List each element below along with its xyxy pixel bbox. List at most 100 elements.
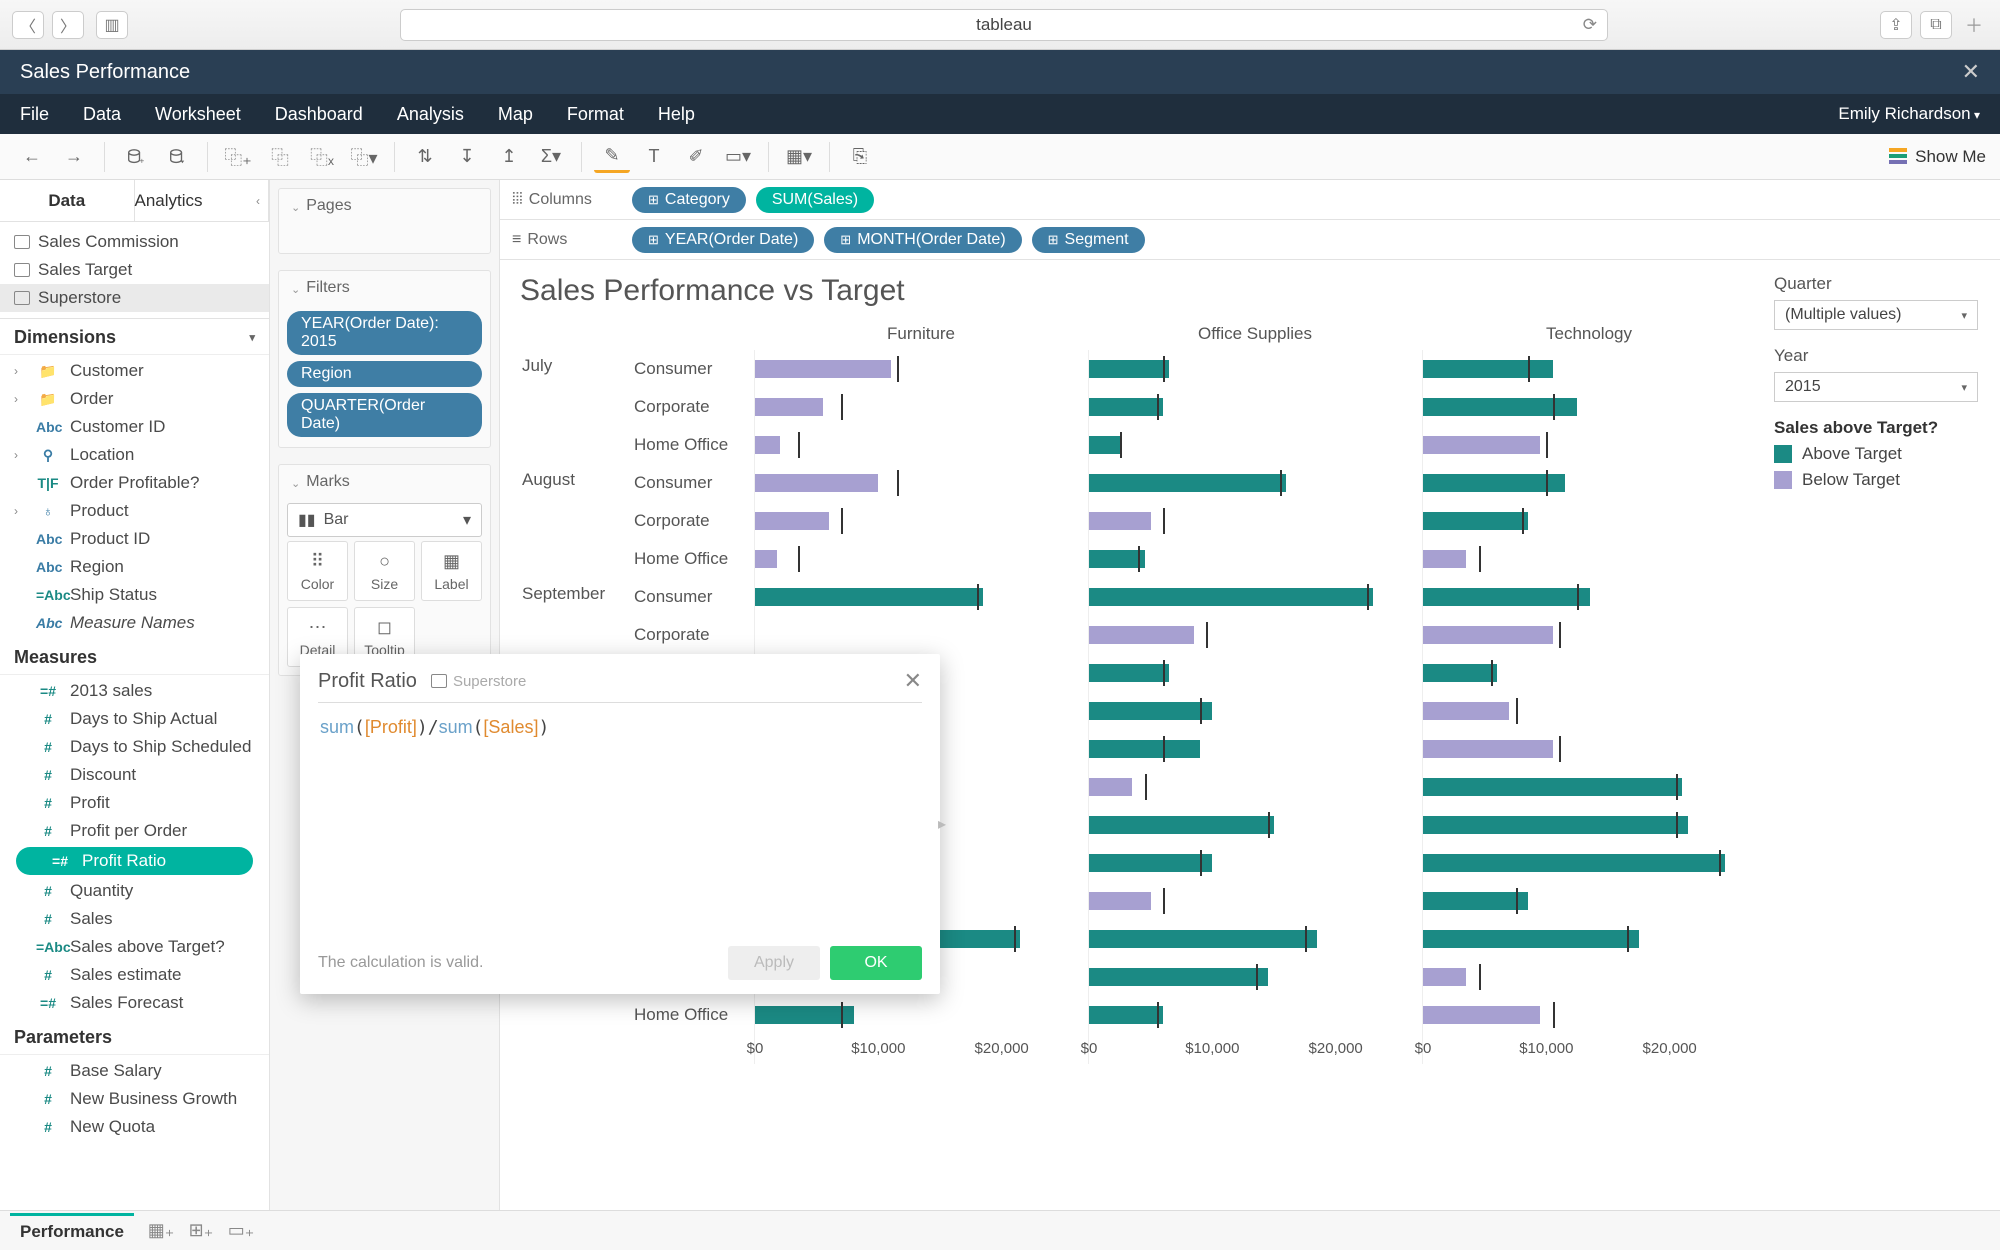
bar-cell[interactable] [1422, 844, 1756, 882]
datasource-item[interactable]: Sales Commission [0, 228, 269, 256]
menu-analysis[interactable]: Analysis [397, 104, 464, 125]
bar-cell[interactable] [754, 616, 1088, 654]
menu-worksheet[interactable]: Worksheet [155, 104, 241, 125]
field-item[interactable]: #New Quota [0, 1113, 269, 1141]
field-item[interactable]: AbcCustomer ID [0, 413, 269, 441]
show-me-button[interactable]: Show Me [1889, 147, 1986, 167]
share-button[interactable]: ⇪ [1880, 11, 1912, 39]
calc-title[interactable]: Profit Ratio [318, 670, 417, 693]
field-item[interactable]: ›📁Customer [0, 357, 269, 385]
field-item[interactable]: ›📁Order [0, 385, 269, 413]
shelf-pill[interactable]: ⊞MONTH(Order Date) [824, 227, 1021, 253]
sort-icon[interactable]: ↥ [491, 141, 527, 173]
menu-format[interactable]: Format [567, 104, 624, 125]
totals-icon[interactable]: Σ▾ [533, 141, 569, 173]
bar-cell[interactable] [1422, 806, 1756, 844]
bar-cell[interactable] [1088, 768, 1422, 806]
field-item[interactable]: #Discount [0, 761, 269, 789]
menu-map[interactable]: Map [498, 104, 533, 125]
field-item[interactable]: =#2013 sales [0, 677, 269, 705]
text-icon[interactable]: T [636, 141, 672, 173]
new-sheet-icon[interactable]: ⿻₊ [220, 141, 256, 173]
field-item[interactable]: #Profit [0, 789, 269, 817]
field-item[interactable]: AbcRegion [0, 553, 269, 581]
bar-cell[interactable] [1422, 692, 1756, 730]
apply-button[interactable]: Apply [728, 946, 820, 980]
bar-cell[interactable] [754, 388, 1088, 426]
legend-above[interactable]: Above Target [1774, 444, 1978, 464]
presentation-icon[interactable]: ▦▾ [781, 141, 817, 173]
datasource-item[interactable]: Sales Target [0, 256, 269, 284]
forward-button[interactable]: 〉 [52, 11, 84, 39]
calc-editor[interactable]: sum([Profit])/sum([Sales]) [318, 703, 922, 946]
bar-cell[interactable] [1422, 578, 1756, 616]
bar-cell[interactable] [1422, 350, 1756, 388]
bar-cell[interactable] [1422, 464, 1756, 502]
field-item[interactable]: =AbcShip Status [0, 581, 269, 609]
bar-cell[interactable] [1422, 996, 1756, 1034]
expand-icon[interactable]: ▸ [938, 814, 946, 834]
shelf-pill[interactable]: ⊞Category [632, 187, 746, 213]
undo-icon[interactable]: ← [14, 141, 50, 173]
field-item[interactable]: #Sales estimate [0, 961, 269, 989]
refresh-datasource-icon[interactable] [159, 141, 195, 173]
clear-icon[interactable]: ⿻ₓ [304, 141, 340, 173]
new-worksheet-icon[interactable]: ▦₊ [148, 1219, 174, 1243]
swap-icon[interactable]: ⿻▾ [346, 141, 382, 173]
bar-cell[interactable] [754, 502, 1088, 540]
bar-cell[interactable] [1088, 844, 1422, 882]
bar-cell[interactable] [754, 540, 1088, 578]
tabs-button[interactable]: ⧉ [1920, 11, 1952, 39]
bar-cell[interactable] [1088, 692, 1422, 730]
field-item[interactable]: #Days to Ship Scheduled [0, 733, 269, 761]
year-select[interactable]: 2015 [1774, 372, 1978, 402]
reload-icon[interactable]: ⟳ [1583, 15, 1597, 35]
shelf-pill[interactable]: SUM(Sales) [756, 187, 874, 213]
menu-dashboard[interactable]: Dashboard [275, 104, 363, 125]
filter-pill[interactable]: Region [287, 361, 482, 387]
bar-cell[interactable] [1422, 958, 1756, 996]
field-item[interactable]: =#Sales Forecast [0, 989, 269, 1017]
download-icon[interactable]: ⎘ [842, 141, 878, 173]
bar-cell[interactable] [754, 578, 1088, 616]
bar-cell[interactable] [1422, 540, 1756, 578]
bar-cell[interactable] [754, 996, 1088, 1034]
bar-cell[interactable] [754, 350, 1088, 388]
rows-shelf[interactable]: ≡Rows ⊞YEAR(Order Date)⊞MONTH(Order Date… [500, 220, 2000, 260]
back-button[interactable]: 〈 [12, 11, 44, 39]
datasource-item[interactable]: Superstore [0, 284, 269, 312]
close-icon[interactable]: ✕ [1962, 59, 1980, 85]
bar-cell[interactable] [1422, 426, 1756, 464]
new-datasource-icon[interactable]: + [117, 141, 153, 173]
field-item[interactable]: #Days to Ship Actual [0, 705, 269, 733]
bar-cell[interactable] [1088, 502, 1422, 540]
bar-cell[interactable] [1422, 502, 1756, 540]
viz-title[interactable]: Sales Performance vs Target [514, 270, 1756, 318]
field-item[interactable]: AbcProduct ID [0, 525, 269, 553]
mark-color[interactable]: ⠿Color [287, 541, 348, 601]
new-tab-button[interactable]: ＋ [1960, 11, 1988, 39]
bar-cell[interactable] [1088, 578, 1422, 616]
sort-desc-icon[interactable]: ↧ [449, 141, 485, 173]
analytics-tab[interactable]: Analytics‹ [135, 180, 270, 221]
sort-asc-icon[interactable]: ⇅ [407, 141, 443, 173]
mark-size[interactable]: ○Size [354, 541, 415, 601]
field-item[interactable]: #Sales [0, 905, 269, 933]
shelf-pill[interactable]: ⊞Segment [1032, 227, 1145, 253]
field-item[interactable]: T|FOrder Profitable? [0, 469, 269, 497]
sidebar-toggle[interactable]: ▥ [96, 11, 128, 39]
bar-cell[interactable] [1088, 616, 1422, 654]
bar-cell[interactable] [1088, 388, 1422, 426]
menu-file[interactable]: File [20, 104, 49, 125]
field-item[interactable]: AbcMeasure Names [0, 609, 269, 637]
field-item[interactable]: ›♁Product [0, 497, 269, 525]
bar-cell[interactable] [1422, 882, 1756, 920]
mark-label[interactable]: ▦Label [421, 541, 482, 601]
bar-cell[interactable] [1088, 654, 1422, 692]
bar-cell[interactable] [1422, 388, 1756, 426]
field-item[interactable]: #Quantity [0, 877, 269, 905]
bar-cell[interactable] [754, 464, 1088, 502]
highlight-icon[interactable]: ✎ [594, 141, 630, 173]
columns-shelf[interactable]: ⦙⦙⦙Columns ⊞CategorySUM(Sales) [500, 180, 2000, 220]
bar-cell[interactable] [1422, 920, 1756, 958]
